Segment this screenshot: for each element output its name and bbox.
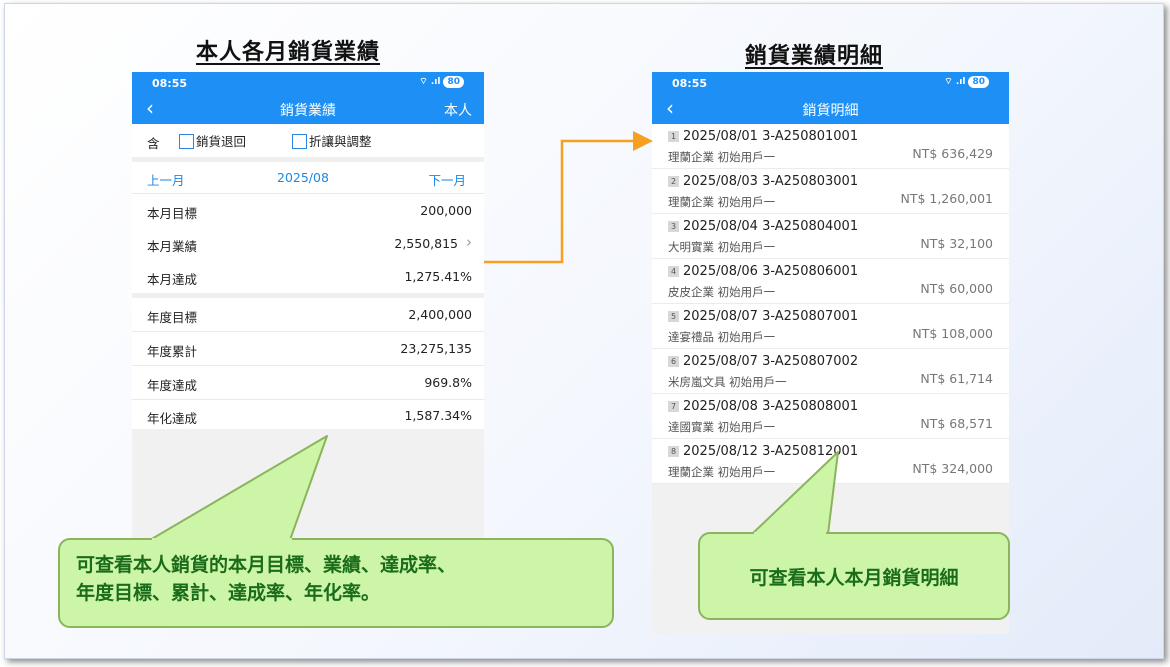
callout-joint (754, 532, 826, 536)
right-callout: 可查看本人本月銷貨明細 (698, 532, 1010, 620)
callout-text: 可查看本人本月銷貨明細 (749, 567, 959, 589)
